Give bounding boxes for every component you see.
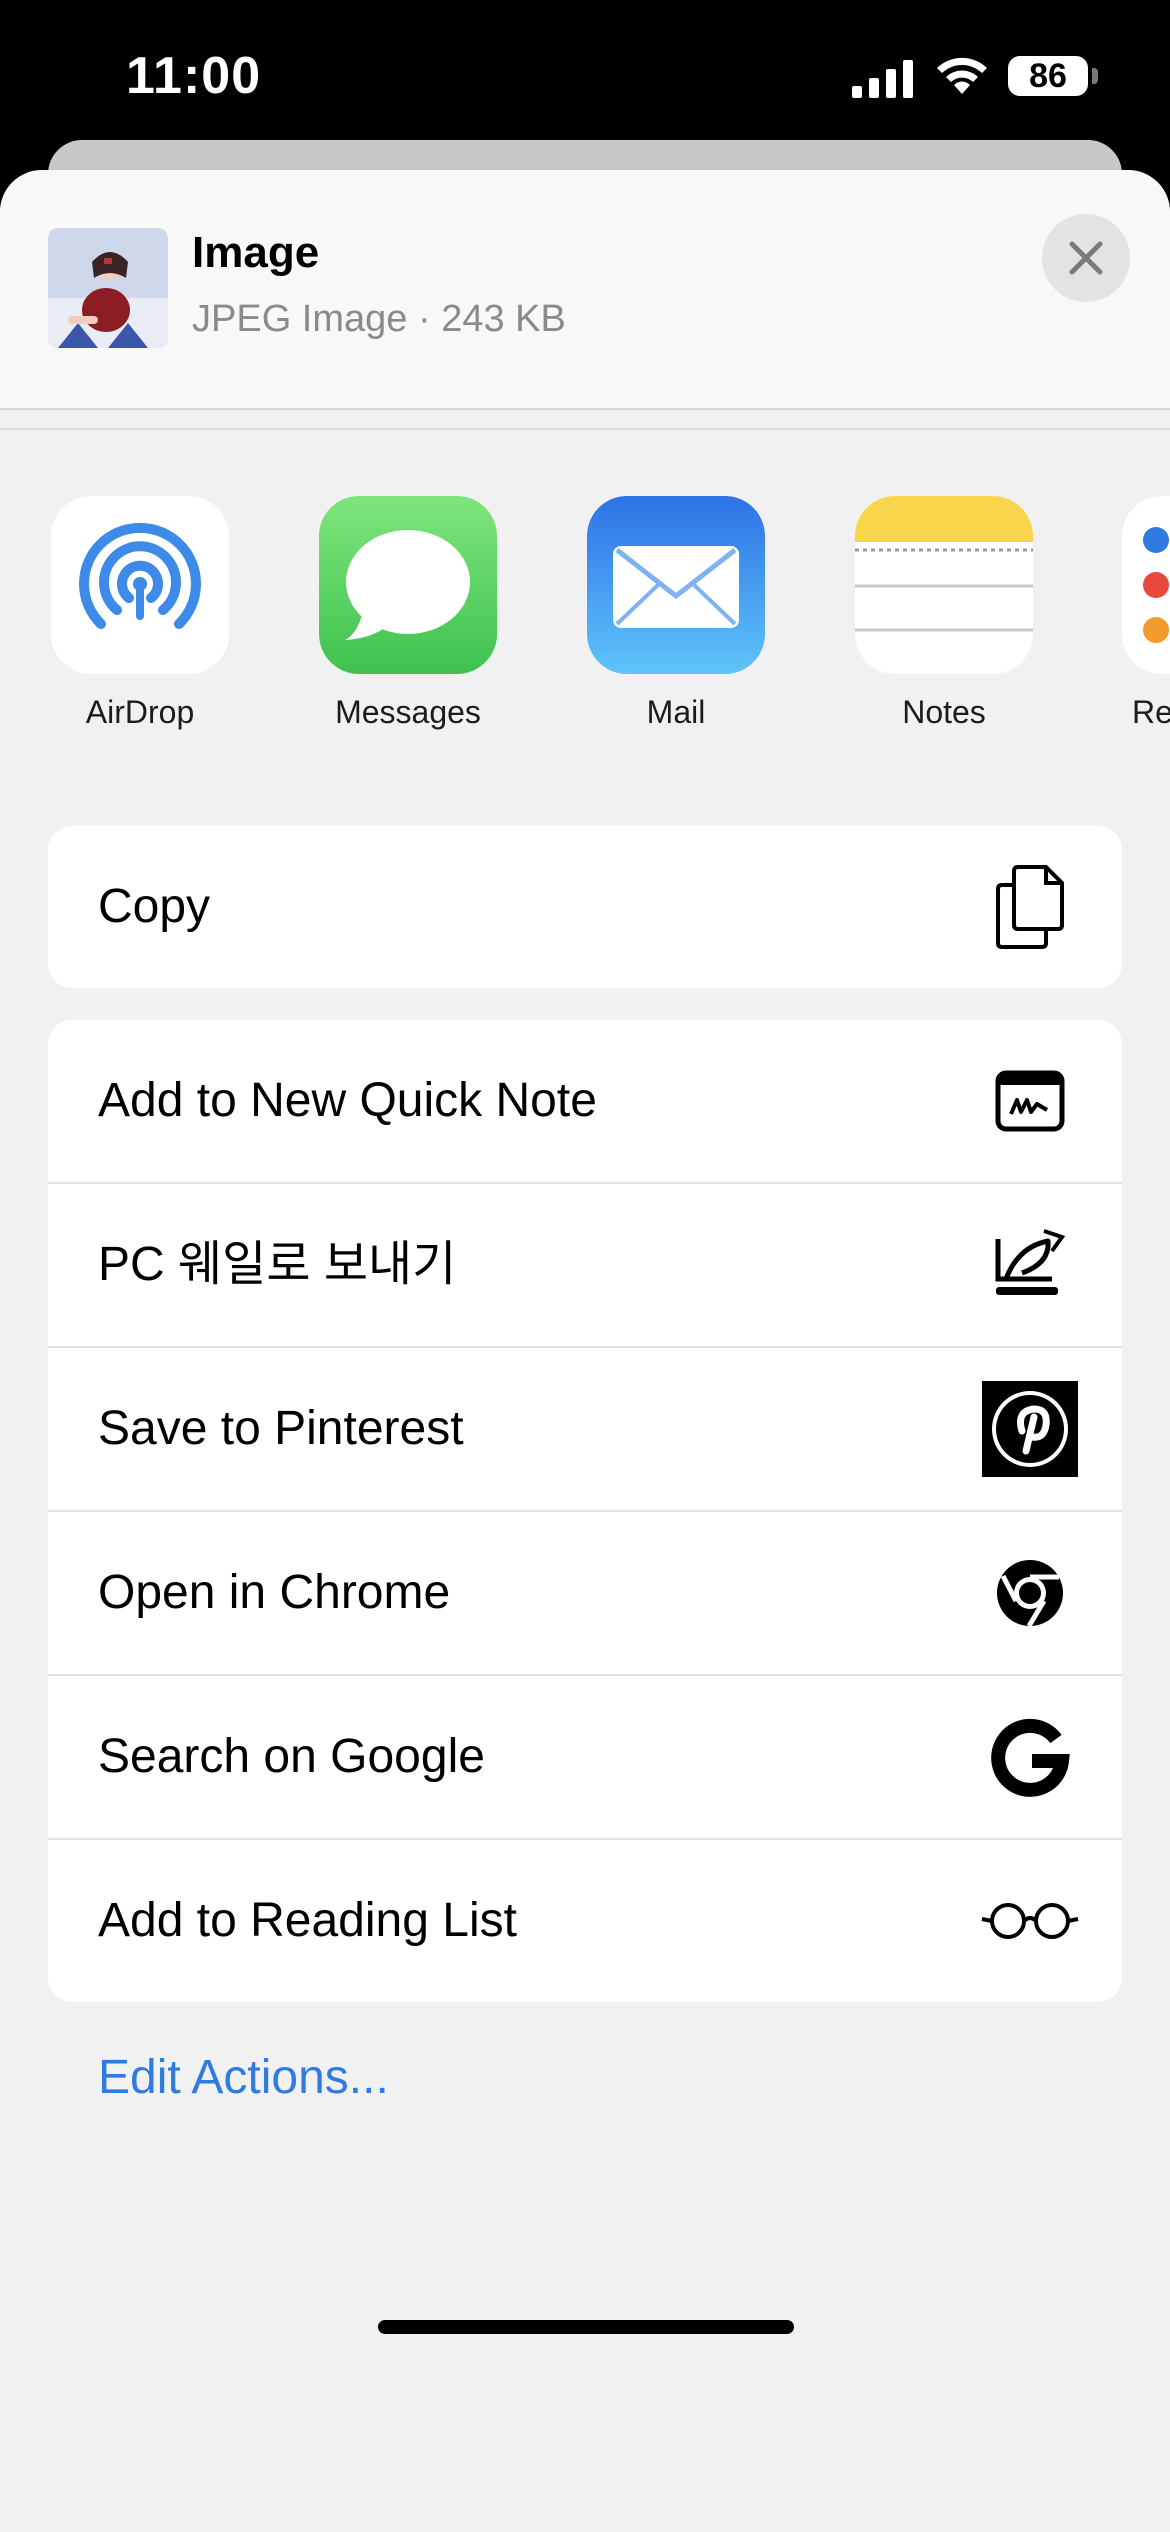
header-divider (0, 428, 1170, 430)
wifi-icon (937, 57, 987, 94)
share-title: Image (192, 228, 320, 277)
action-label: PC 웨일로 보내기 (98, 1238, 457, 1291)
app-label-airdrop: AirDrop (85, 694, 195, 730)
action-label: Add to Reading List (98, 1894, 517, 1947)
action-copy[interactable]: Copy (48, 826, 1122, 988)
whale-send-icon (980, 1215, 1080, 1315)
app-notes[interactable]: Notes (854, 496, 1034, 731)
cellular-signal-icon (852, 60, 913, 98)
app-label-notes: Notes (902, 694, 986, 730)
status-time: 11:00 (126, 47, 262, 105)
action-copy-label: Copy (98, 880, 211, 933)
status-bar: 11:00 86 (0, 0, 1170, 160)
edit-actions-link[interactable]: Edit Actions... (98, 2050, 389, 2105)
app-share-row: AirDrop Messages Mail Notes Re (0, 496, 1170, 730)
home-indicator[interactable] (378, 2320, 794, 2334)
close-icon (1069, 241, 1103, 275)
glasses-icon (980, 1871, 1080, 1971)
action-send-whale[interactable]: PC 웨일로 보내기 (48, 1184, 1122, 1348)
app-messages[interactable]: Messages (318, 496, 498, 731)
app-airdrop[interactable]: AirDrop (50, 496, 230, 731)
action-reading-list[interactable]: Add to Reading List (48, 1840, 1122, 2002)
reminders-icon (1122, 496, 1170, 674)
app-label-reminders: Re (1132, 694, 1170, 730)
action-label: Open in Chrome (98, 1566, 451, 1619)
messages-icon (319, 496, 497, 674)
notes-icon (855, 496, 1033, 674)
close-button[interactable] (1042, 214, 1130, 302)
image-thumbnail (48, 228, 168, 348)
app-label-mail: Mail (646, 694, 706, 730)
action-label: Search on Google (98, 1730, 485, 1783)
action-quick-note[interactable]: Add to New Quick Note (48, 1020, 1122, 1184)
action-label: Add to New Quick Note (98, 1074, 597, 1127)
action-save-pinterest[interactable]: Save to Pinterest (48, 1348, 1122, 1512)
app-mail[interactable]: Mail (586, 496, 766, 731)
copy-group: Copy (48, 826, 1122, 988)
actions-group: Add to New Quick Note PC 웨일로 보내기 Save to… (48, 1020, 1122, 2002)
action-open-chrome[interactable]: Open in Chrome (48, 1512, 1122, 1676)
google-icon (980, 1707, 1080, 1807)
app-label-messages: Messages (335, 694, 481, 730)
pinterest-icon (980, 1379, 1080, 1479)
copy-icon (980, 857, 1080, 957)
airdrop-icon (51, 496, 229, 674)
action-label: Save to Pinterest (98, 1402, 464, 1455)
chrome-icon (980, 1543, 1080, 1643)
mail-icon (587, 496, 765, 674)
share-header: Image JPEG Image · 243 KB (0, 170, 1170, 410)
battery-indicator: 86 (1008, 56, 1088, 96)
share-sheet: Image JPEG Image · 243 KB AirDrop Messag… (0, 170, 1170, 2532)
share-subtitle: JPEG Image · 243 KB (192, 298, 566, 340)
app-reminders[interactable]: Re (1122, 496, 1170, 731)
battery-nub (1092, 68, 1098, 84)
quick-note-icon (980, 1051, 1080, 1151)
action-search-google[interactable]: Search on Google (48, 1676, 1122, 1840)
